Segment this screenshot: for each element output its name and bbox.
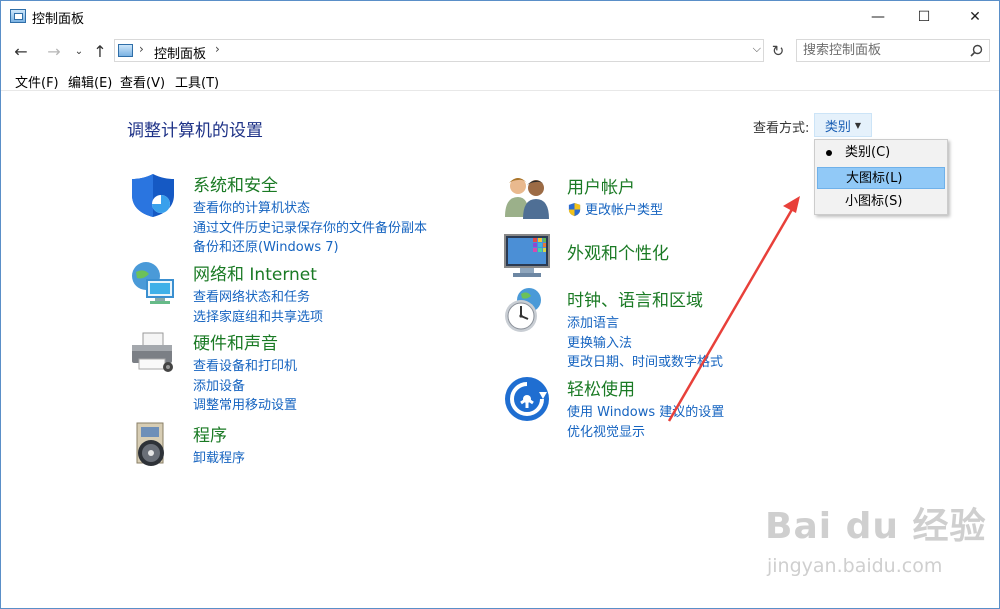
menu-bar: 文件(F) 编辑(E) 查看(V) 工具(T) (1, 69, 999, 91)
search-icon[interactable] (970, 44, 983, 57)
link-devices-printers[interactable]: 查看设备和打印机 (193, 357, 297, 377)
category-links: 查看你的计算机状态 通过文件历史记录保存你的文件备份副本 备份和还原(Windo… (193, 199, 427, 258)
category-title[interactable]: 系统和安全 (193, 171, 278, 196)
link-windows-recommended-settings[interactable]: 使用 Windows 建议的设置 (567, 403, 724, 423)
view-by-label: 查看方式: (753, 121, 810, 136)
link-view-computer-status[interactable]: 查看你的计算机状态 (193, 199, 427, 219)
chevron-down-icon: ▼ (854, 120, 862, 130)
link-change-date-time-format[interactable]: 更改日期、时间或数字格式 (567, 353, 723, 373)
link-optimize-visual-display[interactable]: 优化视觉显示 (567, 423, 724, 443)
category-title[interactable]: 网络和 Internet (193, 260, 317, 285)
minimize-button[interactable]: — (855, 1, 901, 33)
link-homegroup-sharing[interactable]: 选择家庭组和共享选项 (193, 308, 323, 328)
shield-icon[interactable] (129, 171, 177, 219)
uac-shield-icon (568, 202, 581, 217)
selected-bullet-icon (826, 150, 832, 156)
monitor-icon[interactable] (503, 232, 551, 280)
printer-icon[interactable] (129, 329, 177, 377)
category-links: 查看网络状态和任务 选择家庭组和共享选项 (193, 288, 323, 327)
link-add-language[interactable]: 添加语言 (567, 314, 723, 334)
category-title[interactable]: 轻松使用 (567, 375, 635, 400)
category-links: 更改帐户类型 (567, 201, 663, 221)
category-title[interactable]: 硬件和声音 (193, 329, 278, 354)
back-arrow-icon[interactable]: ← (11, 39, 31, 63)
view-by-dropdown[interactable]: 类别 ▼ (814, 113, 872, 137)
baidu-watermark: Bai du 经验 jingyan.baidu.com (765, 497, 987, 592)
category-title[interactable]: 程序 (193, 421, 227, 446)
view-by-menu: 类别(C) 大图标(L) 小图标(S) (814, 139, 948, 215)
menu-tools[interactable]: 工具(T) (175, 72, 219, 91)
link-label: 更改帐户类型 (585, 203, 664, 218)
breadcrumb-control-panel[interactable]: 控制面板 (154, 43, 206, 62)
breadcrumb-chevron-icon[interactable]: › (215, 42, 220, 56)
link-add-device[interactable]: 添加设备 (193, 377, 297, 397)
title-bar[interactable]: 控制面板 — ☐ ✕ (1, 1, 999, 33)
forward-arrow-icon[interactable]: → (44, 39, 64, 63)
link-change-input-method[interactable]: 更换输入法 (567, 334, 723, 354)
refresh-icon[interactable]: ↻ (767, 39, 789, 62)
category-links: 卸载程序 (193, 449, 245, 469)
clock-globe-icon[interactable] (503, 286, 551, 334)
link-network-status[interactable]: 查看网络状态和任务 (193, 288, 323, 308)
network-globe-icon[interactable] (129, 260, 177, 308)
menu-edit[interactable]: 编辑(E) (68, 72, 112, 91)
view-option-label: 大图标(L) (846, 171, 903, 186)
address-dropdown-chevron-icon[interactable]: ⌵ (753, 42, 761, 56)
view-option-category[interactable]: 类别(C) (817, 142, 945, 164)
address-bar[interactable]: › 控制面板 › ⌵ (114, 39, 764, 62)
control-panel-location-icon (118, 44, 133, 57)
link-change-account-type[interactable]: 更改帐户类型 (567, 201, 663, 221)
users-icon[interactable] (503, 173, 551, 221)
menu-file[interactable]: 文件(F) (15, 72, 59, 91)
category-title[interactable]: 用户帐户 (567, 173, 635, 198)
category-links: 查看设备和打印机 添加设备 调整常用移动设置 (193, 357, 297, 416)
close-button[interactable]: ✕ (952, 1, 998, 33)
link-uninstall-program[interactable]: 卸载程序 (193, 449, 245, 469)
up-arrow-icon[interactable]: ↑ (90, 39, 110, 63)
content-area: 调整计算机的设置 查看方式: 类别 ▼ 类别(C) 大图标(L) 小图标(S) (1, 92, 999, 608)
watermark-main-text: Bai du 经验 (765, 506, 987, 547)
category-title[interactable]: 外观和个性化 (567, 239, 669, 264)
category-links: 使用 Windows 建议的设置 优化视觉显示 (567, 403, 724, 442)
link-mobility-settings[interactable]: 调整常用移动设置 (193, 396, 297, 416)
control-panel-app-icon (10, 9, 26, 23)
category-links: 添加语言 更换输入法 更改日期、时间或数字格式 (567, 314, 723, 373)
menu-view[interactable]: 查看(V) (120, 72, 165, 91)
view-option-small-icons[interactable]: 小图标(S) (817, 191, 945, 213)
programs-disc-icon[interactable] (129, 421, 177, 469)
page-title: 调整计算机的设置 (127, 121, 263, 141)
link-file-history-backup[interactable]: 通过文件历史记录保存你的文件备份副本 (193, 219, 427, 239)
window-title: 控制面板 (32, 12, 85, 27)
search-box[interactable] (796, 39, 990, 62)
view-by-value: 类别 (824, 119, 851, 135)
view-option-label: 类别(C) (845, 145, 891, 160)
recent-locations-chevron-icon[interactable]: ⌄ (69, 39, 89, 63)
category-title[interactable]: 时钟、语言和区域 (567, 286, 703, 311)
navigation-row: ← → ⌄ ↑ › 控制面板 › ⌵ ↻ (1, 37, 999, 65)
search-input[interactable] (803, 41, 963, 60)
view-option-large-icons[interactable]: 大图标(L) (817, 167, 945, 189)
maximize-button[interactable]: ☐ (901, 1, 947, 33)
view-option-label: 小图标(S) (845, 194, 903, 209)
watermark-url-text: jingyan.baidu.com (767, 555, 943, 577)
ease-of-access-icon[interactable] (503, 375, 551, 423)
breadcrumb-chevron-icon[interactable]: › (139, 42, 144, 56)
link-backup-restore[interactable]: 备份和还原(Windows 7) (193, 238, 427, 258)
control-panel-window: 控制面板 — ☐ ✕ ← → ⌄ ↑ › 控制面板 › ⌵ ↻ 文件(F) 编辑… (0, 0, 1000, 609)
